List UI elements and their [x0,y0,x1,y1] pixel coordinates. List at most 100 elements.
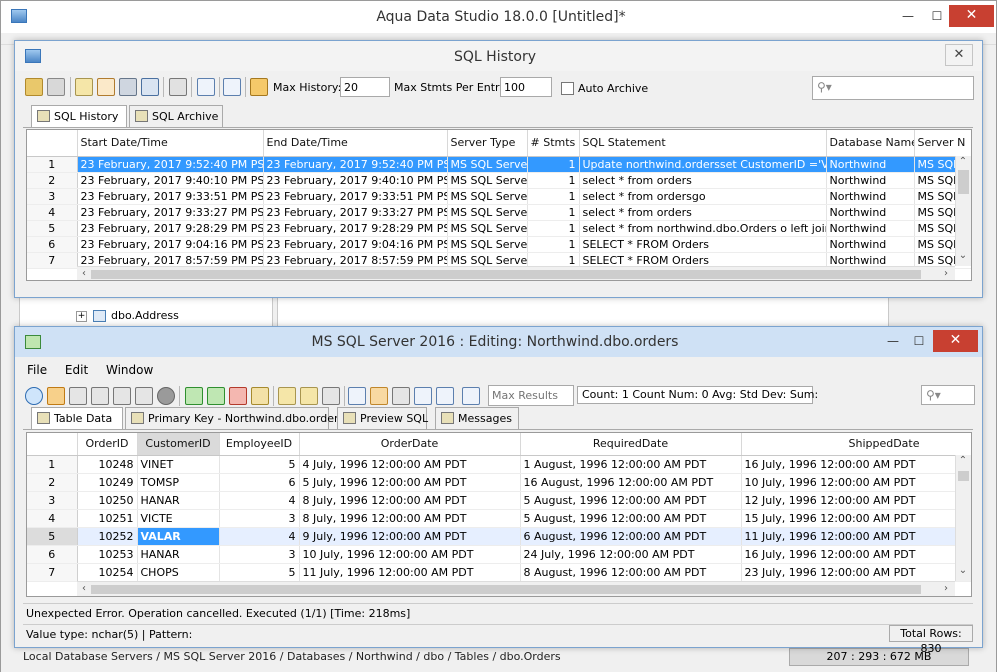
table-cell[interactable]: 8 August, 1996 12:00:00 AM PDT [520,563,742,582]
table-cell[interactable]: 1 [527,188,580,205]
table-cell[interactable]: 1 [527,156,580,173]
history-vertical-scrollbar[interactable]: ⌃ ⌄ [955,156,971,266]
scroll-left-icon[interactable]: ‹ [77,268,91,279]
history-search-input[interactable]: ⚲▾ [812,76,974,100]
table-cell[interactable]: 1 [527,220,580,237]
row-number[interactable]: 2 [27,172,78,189]
table-row[interactable]: 2 10249 TOMSP 6 5 July, 1996 12:00:00 AM PDT… [27,473,971,492]
column-header[interactable]: CustomerID [137,433,220,456]
table-cell[interactable]: 23 February, 2017 9:40:10 PM PST [263,172,448,189]
row-number[interactable]: 4 [27,204,78,221]
minimize-icon[interactable]: — [894,5,922,27]
table-row[interactable]: 3 10250 HANAR 4 8 July, 1996 12:00:00 AM PDT… [27,491,971,510]
table-cell[interactable]: 10254 [77,563,138,582]
minimize-icon[interactable]: — [879,330,907,352]
table-cell[interactable]: 1 [527,172,580,189]
table-cell[interactable]: MS SQL Server [447,188,528,205]
tab-table-data[interactable]: Table Data [31,407,123,429]
table-cell[interactable]: Northwind [826,156,915,173]
table-cell[interactable]: 5 [219,455,300,474]
row-number[interactable]: 5 [27,220,78,237]
print-icon[interactable] [119,78,137,96]
window-icon[interactable] [197,78,215,96]
menu-edit[interactable]: Edit [65,363,88,377]
table-cell[interactable]: 23 February, 2017 9:28:29 PM PST [263,220,448,237]
row-number[interactable]: 5 [27,527,78,546]
row-number[interactable]: 2 [27,473,78,492]
table-cell[interactable]: 23 February, 2017 9:33:27 PM PST [263,204,448,221]
table-cell[interactable]: 6 [219,473,300,492]
history-row[interactable]: 1 23 February, 2017 9:52:40 PM PST 23 Febr… [27,156,971,173]
table-cell[interactable]: Northwind [826,204,915,221]
table-cell[interactable]: 24 July, 1996 12:00:00 AM PDT [520,545,742,564]
scroll-right-icon[interactable]: › [939,583,953,594]
row-number[interactable]: 3 [27,188,78,205]
column-header[interactable]: SQL Statement [579,130,827,157]
format-icon[interactable] [300,387,318,405]
table-cell[interactable]: 3 [219,545,300,564]
scrollbar-thumb[interactable] [91,270,921,279]
export-all-icon[interactable] [47,78,65,96]
table-cell[interactable]: 23 February, 2017 9:28:29 PM PST [77,220,264,237]
table-cell[interactable]: HANAR [137,491,220,510]
filter-icon[interactable] [414,387,432,405]
history-row[interactable]: 4 23 February, 2017 9:33:27 PM PST 23 Febr… [27,204,971,221]
row-number[interactable]: 6 [27,236,78,253]
save-icon[interactable] [141,78,159,96]
table-cell[interactable]: 23 July, 1996 12:00:00 AM PDT [741,563,971,582]
table-cell[interactable]: 6 August, 1996 12:00:00 AM PDT [520,527,742,546]
table-cell[interactable]: 10250 [77,491,138,510]
table-cell[interactable]: 23 February, 2017 9:33:27 PM PST [77,204,264,221]
table-cell[interactable]: CHOPS [137,563,220,582]
table-cell[interactable]: Update northwind.ordersset CustomerID ='… [579,156,827,173]
clear-icon[interactable] [251,387,269,405]
history-row[interactable]: 2 23 February, 2017 9:40:10 PM PST 23 Febr… [27,172,971,189]
table-cell[interactable]: 3 [219,509,300,528]
table-cell[interactable]: Northwind [826,172,915,189]
maximize-icon[interactable]: ☐ [923,5,951,27]
table-row[interactable]: 5 10252 VALAR 4 9 July, 1996 12:00:00 AM PDT… [27,527,971,546]
history-row[interactable]: 3 23 February, 2017 9:33:51 PM PST 23 Febr… [27,188,971,205]
table-cell[interactable]: 10 July, 1996 12:00:00 AM PDT [299,545,521,564]
history-row[interactable]: 6 23 February, 2017 9:04:16 PM PST 23 Febr… [27,236,971,253]
editor-search-input[interactable]: ⚲▾ [921,385,975,405]
table-cell[interactable]: SELECT * FROM Orders [579,236,827,253]
table-row[interactable]: 4 10251 VICTE 3 8 July, 1996 12:00:00 AM PDT… [27,509,971,528]
paste-icon[interactable] [91,387,109,405]
copy-icon[interactable] [69,387,87,405]
menu-file[interactable]: File [27,363,47,377]
document-icon[interactable] [322,387,340,405]
table-cell[interactable]: 12 July, 1996 12:00:00 AM PDT [741,491,971,510]
table-cell[interactable]: MS SQL Server [447,220,528,237]
table-row[interactable]: 6 10253 HANAR 3 10 July, 1996 12:00:00 AM PD… [27,545,971,564]
max-history-input[interactable] [340,77,390,97]
scroll-left-icon[interactable]: ‹ [77,583,91,594]
max-stmts-input[interactable] [500,77,552,97]
close-icon[interactable]: ✕ [945,44,973,66]
table-cell[interactable]: 11 July, 1996 12:00:00 AM PDT [299,563,521,582]
save-icon[interactable] [135,387,153,405]
column-header[interactable]: OrderID [77,433,138,456]
table-cell[interactable]: 10249 [77,473,138,492]
tab-messages[interactable]: Messages [435,407,519,429]
table-cell[interactable]: 23 February, 2017 9:33:51 PM PST [77,188,264,205]
table-cell[interactable]: 23 February, 2017 9:33:51 PM PST [263,188,448,205]
maximize-icon[interactable]: ☐ [905,330,933,352]
row-number[interactable]: 1 [27,455,78,474]
table-cell[interactable]: 9 July, 1996 12:00:00 AM PDT [299,527,521,546]
menu-window[interactable]: Window [106,363,153,377]
table-cell[interactable]: 10248 [77,455,138,474]
max-results-input[interactable] [488,385,574,406]
table-cell[interactable]: 23 February, 2017 9:52:40 PM PST [263,156,448,173]
column-header[interactable]: Server Type [447,130,528,157]
table-cell[interactable]: 5 August, 1996 12:00:00 AM PDT [520,509,742,528]
sort-icon[interactable] [370,387,388,405]
table-cell[interactable]: TOMSP [137,473,220,492]
table-cell[interactable]: 4 [219,491,300,510]
table-cell[interactable]: 10252 [77,527,138,546]
column-header[interactable]: # Stmts [527,130,580,157]
row-number[interactable]: 3 [27,491,78,510]
edit-icon[interactable] [75,78,93,96]
delete-row-icon[interactable] [229,387,247,405]
expand-icon[interactable]: + [76,311,87,322]
